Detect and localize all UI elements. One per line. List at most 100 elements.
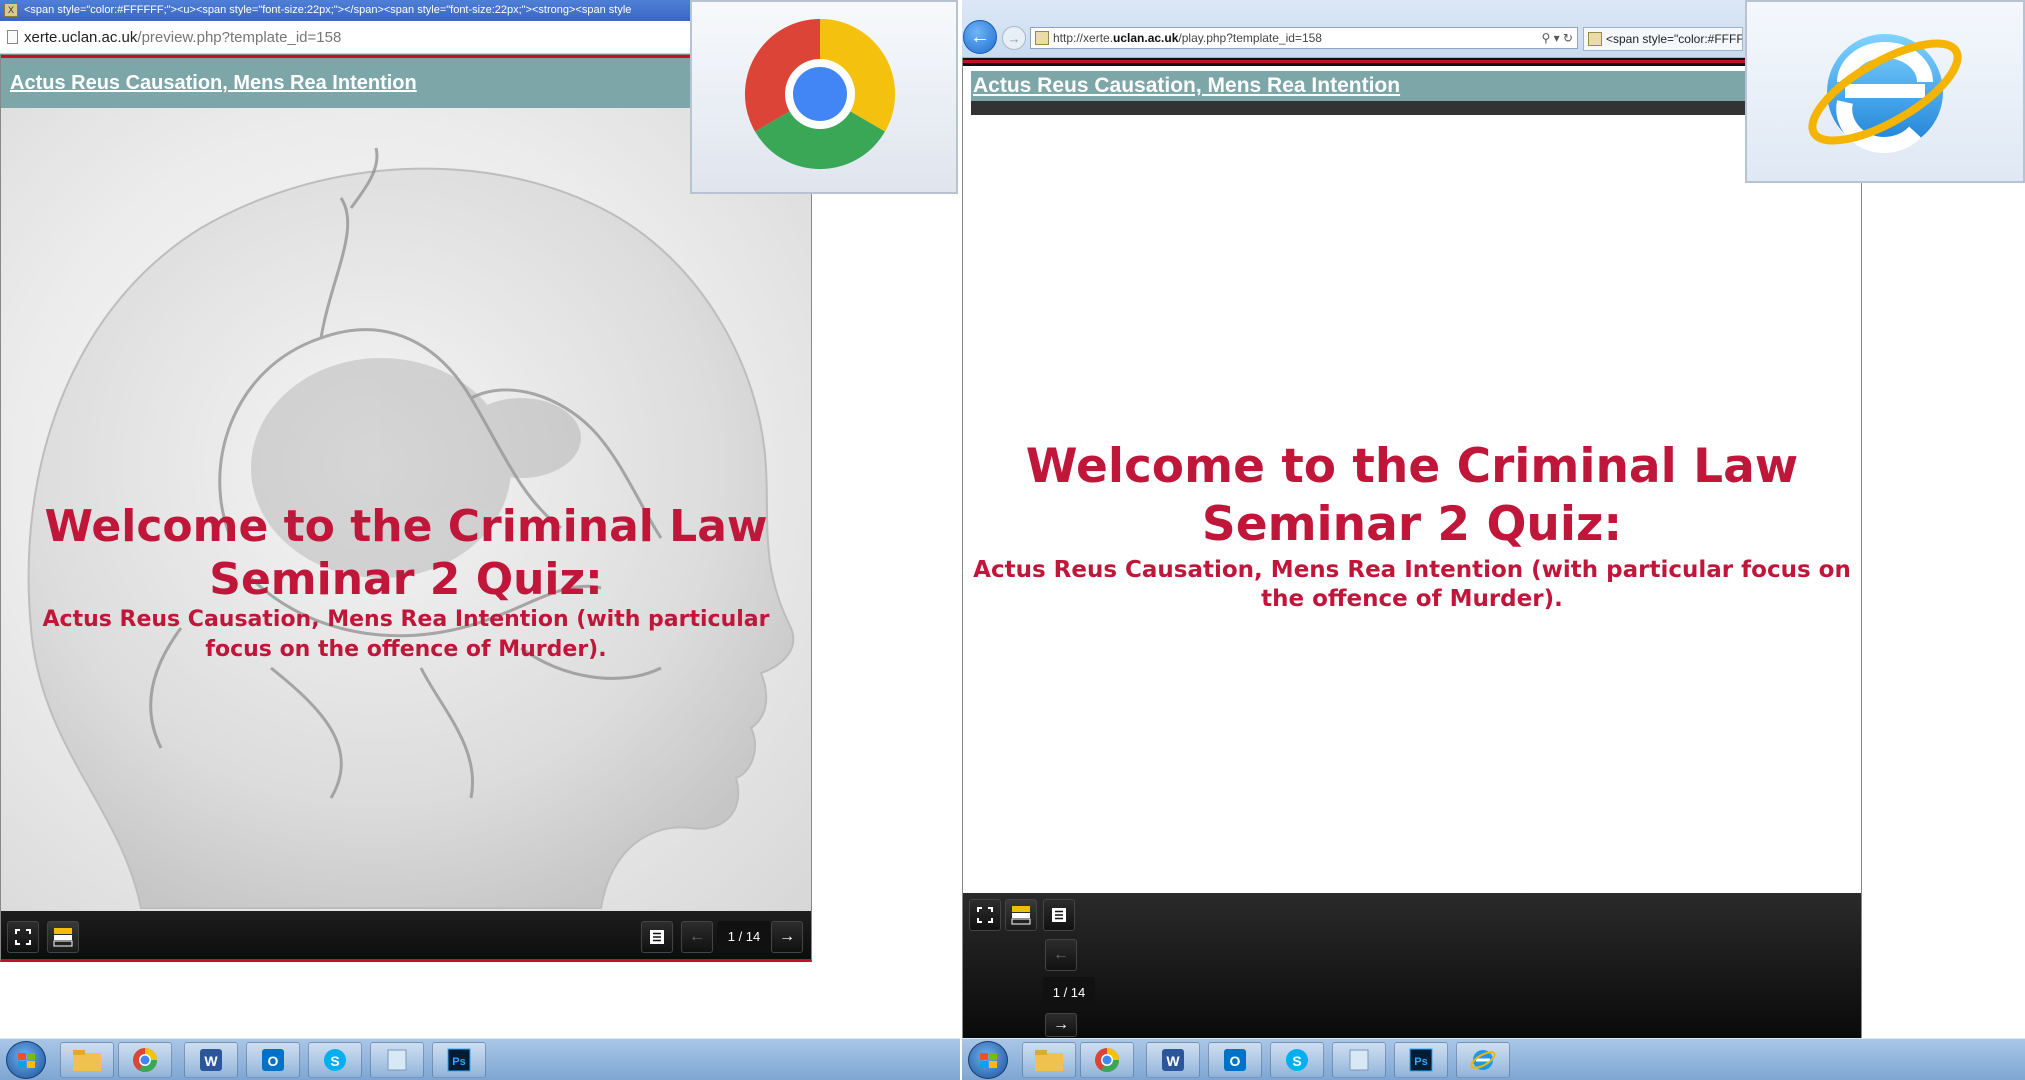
word-icon: W (1162, 1049, 1184, 1071)
left-control-bar: ← 1 / 14 → (1, 911, 811, 959)
svg-text:O: O (1230, 1053, 1241, 1069)
chrome-icon (1095, 1048, 1119, 1073)
chrome-logo (744, 18, 896, 170)
left-tab-title: <span style="color:#FFFFFF;"><u><span st… (24, 4, 632, 16)
notepad-taskbar-button[interactable] (370, 1042, 424, 1078)
right-subheading: Actus Reus Causation, Mens Rea Intention… (973, 557, 1851, 612)
ie-url-prefix: http://xerte. (1053, 31, 1114, 45)
photoshop-icon: Ps (447, 1048, 471, 1072)
left-address-bar[interactable]: xerte.uclan.ac.uk/preview.php?template_i… (0, 21, 690, 54)
word-icon: W (200, 1049, 222, 1071)
outlook-taskbar-button[interactable]: O (1208, 1042, 1262, 1078)
accessibility-icon (53, 928, 73, 947)
banner-shadow (971, 101, 1855, 115)
outlook-icon: O (1224, 1049, 1246, 1071)
menu-button[interactable] (641, 921, 673, 953)
start-button[interactable] (968, 1041, 1008, 1079)
left-slide-content: Welcome to the Criminal Law Seminar 2 Qu… (1, 108, 811, 911)
arrow-right-icon: → (779, 928, 795, 945)
left-welcome-heading: Welcome to the Criminal Law Seminar 2 Qu… (1, 500, 811, 606)
accessibility-icon (1011, 906, 1031, 925)
windows-flag-icon (18, 1053, 35, 1068)
svg-text:Ps: Ps (1414, 1056, 1427, 1068)
ie-tab-title: <span style="color:#FFFFF (1606, 32, 1743, 46)
ie-address-tools[interactable]: ⚲ ▾ ↻ (1541, 28, 1573, 48)
right-banner-title[interactable]: Actus Reus Causation, Mens Rea Intention (973, 74, 1400, 98)
start-button[interactable] (6, 1041, 46, 1079)
chrome-logo-panel (690, 0, 958, 194)
word-taskbar-button[interactable]: W (1146, 1042, 1200, 1078)
page-counter: 1 / 14 (717, 921, 771, 953)
skype-taskbar-button[interactable]: S (308, 1042, 362, 1078)
left-url-path: /preview.php?template_id=158 (137, 29, 342, 46)
xerte-favicon (1588, 32, 1602, 46)
top-accent-line (963, 60, 1861, 63)
svg-text:W: W (1166, 1053, 1180, 1069)
prev-button[interactable]: ← (1045, 939, 1077, 971)
notepad-icon (387, 1049, 407, 1071)
arrow-left-icon: ← (689, 928, 705, 945)
page-counter: 1 / 14 (1043, 977, 1095, 1009)
ie-url-path: /play.php?template_id=158 (1178, 31, 1322, 45)
left-heading-line1: Welcome to the Criminal Law (44, 501, 768, 552)
arrow-left-icon: ← (1053, 946, 1069, 963)
left-heading-line2: Seminar 2 Quiz: (209, 554, 603, 605)
ie-taskbar-button[interactable] (1456, 1042, 1510, 1078)
left-subheading: Actus Reus Causation, Mens Rea Intention… (42, 607, 770, 662)
page-icon (7, 30, 18, 44)
menu-icon (650, 930, 664, 944)
svg-text:O: O (268, 1053, 279, 1069)
notepad-taskbar-button[interactable] (1332, 1042, 1386, 1078)
svg-text:S: S (1292, 1053, 1301, 1069)
fullscreen-icon (977, 907, 993, 923)
photoshop-icon: Ps (1409, 1048, 1433, 1072)
word-taskbar-button[interactable]: W (184, 1042, 238, 1078)
notepad-icon (1349, 1049, 1369, 1071)
arrow-left-icon: ← (970, 25, 990, 48)
photoshop-taskbar-button[interactable]: Ps (1394, 1042, 1448, 1078)
internet-explorer-icon (1470, 1050, 1496, 1070)
right-heading-line2: Seminar 2 Quiz: (1201, 497, 1623, 552)
ie-logo (1808, 34, 1962, 153)
ie-address-bar[interactable]: http://xerte.uclan.ac.uk/play.php?templa… (1030, 27, 1578, 49)
fullscreen-icon (15, 929, 31, 945)
left-banner-title[interactable]: Actus Reus Causation, Mens Rea Intention (10, 72, 417, 95)
accessibility-button[interactable] (47, 921, 79, 953)
folder-icon (1035, 1050, 1063, 1071)
folder-icon (73, 1050, 101, 1071)
ie-back-button[interactable]: ← (963, 20, 997, 54)
taskbar-left: W O S Ps (0, 1038, 960, 1080)
ie-url-domain: uclan.ac.uk (1113, 31, 1179, 45)
skype-icon: S (324, 1049, 346, 1071)
ie-forward-button[interactable]: → (1002, 26, 1026, 50)
right-title-banner: Actus Reus Causation, Mens Rea Intention (971, 71, 1855, 101)
next-button[interactable]: → (771, 921, 803, 953)
left-tab-title-bar[interactable]: X <span style="color:#FFFFFF;"><u><span … (0, 0, 690, 21)
explorer-taskbar-button[interactable] (60, 1042, 114, 1078)
ie-tab[interactable]: <span style="color:#FFFFF (1583, 27, 1743, 51)
skype-taskbar-button[interactable]: S (1270, 1042, 1324, 1078)
xerte-favicon: X (4, 3, 18, 17)
next-button[interactable]: → (1045, 1013, 1077, 1037)
svg-text:S: S (330, 1053, 339, 1069)
right-welcome-heading: Welcome to the Criminal Law Seminar 2 Qu… (963, 438, 1861, 554)
menu-icon (1052, 908, 1066, 922)
fullscreen-button[interactable] (969, 899, 1001, 931)
chrome-taskbar-button[interactable] (1080, 1042, 1134, 1078)
chrome-taskbar-button[interactable] (118, 1042, 172, 1078)
fullscreen-button[interactable] (7, 921, 39, 953)
prev-button[interactable]: ← (681, 921, 713, 953)
svg-text:W: W (204, 1053, 218, 1069)
right-heading-line1: Welcome to the Criminal Law (1025, 439, 1799, 494)
photoshop-taskbar-button[interactable]: Ps (432, 1042, 486, 1078)
explorer-taskbar-button[interactable] (1022, 1042, 1076, 1078)
skype-icon: S (1286, 1049, 1308, 1071)
svg-text:Ps: Ps (452, 1056, 465, 1068)
ie-logo-panel (1745, 0, 2025, 183)
left-url-domain: xerte.uclan.ac.uk (24, 29, 138, 46)
outlook-taskbar-button[interactable]: O (246, 1042, 300, 1078)
menu-button[interactable] (1043, 899, 1075, 931)
chrome-icon (133, 1048, 157, 1073)
accessibility-button[interactable] (1005, 899, 1037, 931)
xerte-favicon (1035, 31, 1049, 45)
